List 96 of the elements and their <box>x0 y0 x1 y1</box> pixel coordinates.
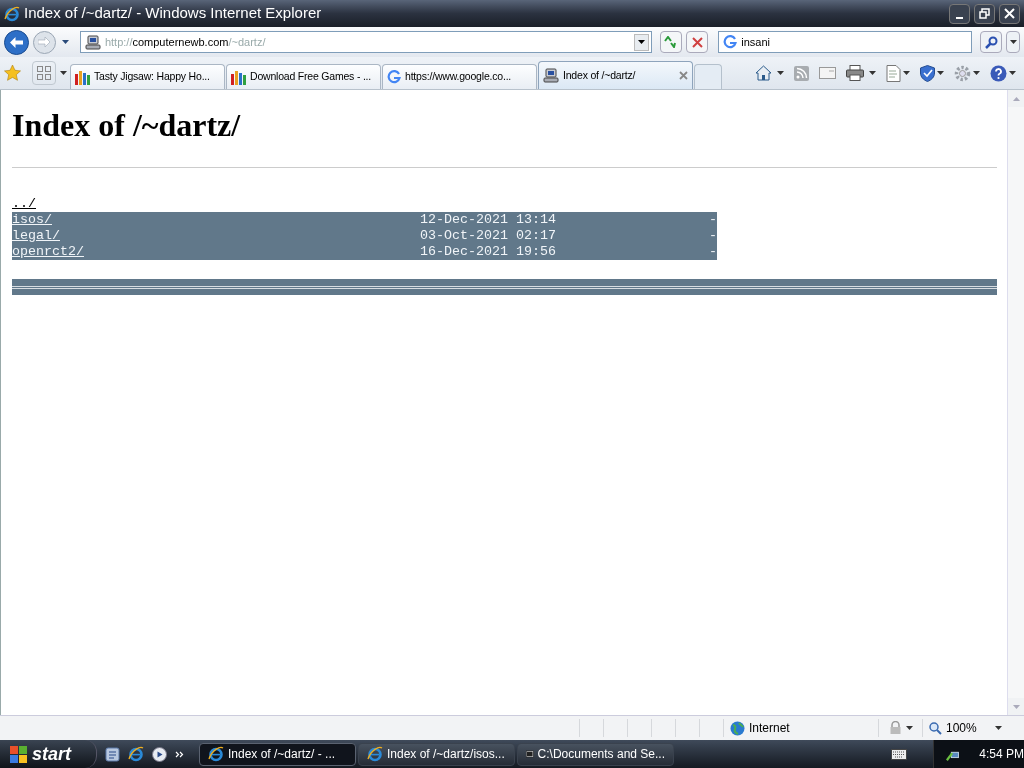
modified-date: 16-Dec-2021 19:56 <box>420 244 556 261</box>
tools-menu-button[interactable] <box>954 64 980 82</box>
caret-icon <box>937 71 944 75</box>
safety-menu-button[interactable] <box>920 64 944 82</box>
media-player-icon[interactable] <box>152 746 167 762</box>
caret-icon <box>903 71 910 75</box>
window-title: Index of /~dartz/ - Windows Internet Explorer <box>24 3 323 24</box>
file-size: - <box>709 212 717 229</box>
caret-icon <box>1009 40 1017 44</box>
close-tab-icon[interactable] <box>679 71 688 80</box>
search-options-button[interactable] <box>1006 31 1020 53</box>
caret-icon <box>1009 71 1016 75</box>
modified-date: 12-Dec-2021 13:14 <box>420 212 556 229</box>
folder-link[interactable]: openrct2/ <box>12 244 420 261</box>
computer-icon <box>84 34 101 50</box>
refresh-arrows-icon <box>664 36 679 48</box>
search-button[interactable] <box>980 31 1003 53</box>
search-icon <box>984 35 998 49</box>
back-arrow-icon <box>10 36 23 48</box>
address-field[interactable]: http://computernewb.com/~dartz/ <box>79 31 653 53</box>
clock: 4:54 PM <box>979 746 1024 763</box>
browser-tab[interactable]: Download Free Games - ... <box>226 64 381 89</box>
caret-icon <box>973 71 980 75</box>
bars-icon <box>75 69 90 85</box>
grid-icon <box>37 66 51 80</box>
browser-icon <box>367 746 383 762</box>
gear-icon <box>954 64 971 82</box>
url-text: http://computernewb.com/~dartz/ <box>104 34 267 50</box>
shield-icon <box>920 64 935 82</box>
chevron-icon[interactable] <box>175 750 184 758</box>
folder-link[interactable]: isos/ <box>12 212 420 229</box>
home-button[interactable] <box>755 65 784 81</box>
help-icon <box>990 64 1007 82</box>
browser-tab[interactable]: Tasty Jigsaw: Happy Ho... <box>70 64 225 89</box>
refresh-button[interactable] <box>660 31 683 53</box>
house-icon <box>755 65 772 81</box>
magnifier-icon <box>929 721 942 735</box>
up-arrow-icon <box>1012 96 1020 101</box>
close-icon <box>1004 8 1015 19</box>
g-logo-icon <box>387 70 401 84</box>
tab-label: Tasty Jigsaw: Happy Ho... <box>94 69 211 85</box>
taskbar-button[interactable]: C:\Documents and Se... <box>517 742 674 766</box>
caret-icon <box>995 726 1002 730</box>
stop-x-icon <box>691 36 703 48</box>
address-dropdown[interactable] <box>634 33 650 51</box>
desktop-icon[interactable] <box>105 746 120 762</box>
tab-label: https://www.google.co... <box>405 69 513 85</box>
page-icon <box>886 64 901 82</box>
globe-icon <box>730 720 745 736</box>
g-logo-icon <box>723 35 738 49</box>
browser-icon <box>4 5 20 22</box>
browser-icon <box>128 746 144 762</box>
forward-arrow-icon <box>38 37 51 47</box>
back-button[interactable] <box>4 29 29 55</box>
file-size: - <box>709 244 717 261</box>
security-zone: Internet <box>749 720 790 737</box>
keyboard-icon[interactable] <box>891 748 907 760</box>
tab-label: Download Free Games - ... <box>250 69 373 85</box>
bars-icon <box>231 69 246 85</box>
browser-icon <box>208 746 224 762</box>
taskbar-button[interactable]: Index of /~dartz/isos... <box>358 742 515 766</box>
caret-icon <box>869 71 876 75</box>
folder-link[interactable]: legal/ <box>12 228 420 245</box>
browser-tab[interactable]: Index of /~dartz/ <box>538 61 693 89</box>
caret-icon <box>62 40 70 44</box>
tab-label: Index of /~dartz/ <box>563 67 637 83</box>
search-field[interactable]: insani <box>718 31 973 53</box>
mail-icon[interactable] <box>819 67 836 79</box>
page-menu-button[interactable] <box>886 64 910 82</box>
lock-icon <box>888 721 902 735</box>
search-value: insani <box>741 34 771 50</box>
minimize-button[interactable] <box>949 3 970 24</box>
browser-tab[interactable]: https://www.google.co... <box>382 64 537 89</box>
archive-icon <box>526 747 534 761</box>
start-button[interactable]: start <box>0 740 97 768</box>
restore-button[interactable] <box>974 3 995 24</box>
folder-link[interactable]: ../ <box>12 196 420 213</box>
taskbar-button[interactable]: Index of /~dartz/ - ... <box>199 742 356 766</box>
down-arrow-icon <box>1012 704 1020 709</box>
favorites-star-icon[interactable] <box>4 65 21 81</box>
close-button[interactable] <box>999 3 1020 24</box>
printer-icon <box>846 65 864 81</box>
help-menu-button[interactable] <box>990 64 1016 82</box>
computer-icon <box>543 68 559 83</box>
restore-icon <box>979 8 990 19</box>
caret-icon <box>777 71 784 75</box>
print-button[interactable] <box>846 65 876 81</box>
caret-icon <box>59 71 67 75</box>
file-size: - <box>709 228 717 245</box>
modified-date: 03-Oct-2021 02:17 <box>420 228 556 245</box>
caret-icon <box>638 40 646 44</box>
page-heading: Index of /~dartz/ <box>12 108 242 144</box>
stop-button[interactable] <box>686 31 709 53</box>
caret-icon <box>905 726 913 730</box>
flag-icon <box>10 745 28 763</box>
zoom-button[interactable]: 100% <box>922 719 1002 737</box>
